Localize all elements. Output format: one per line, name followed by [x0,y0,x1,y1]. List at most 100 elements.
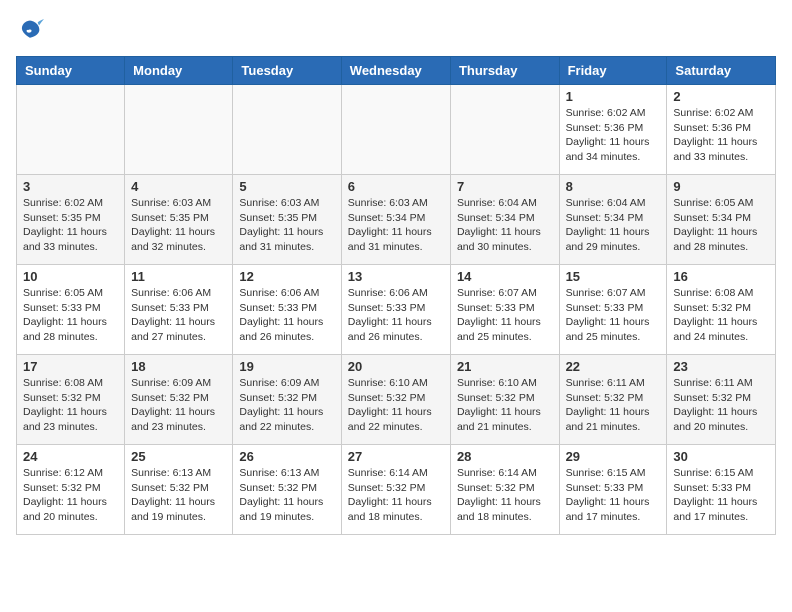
day-cell: 11 Sunrise: 6:06 AM Sunset: 5:33 PM Dayli… [125,265,233,355]
day-number: 13 [348,269,444,284]
day-number: 8 [566,179,661,194]
logo-bird-icon [16,16,44,44]
day-info: Sunrise: 6:03 AM Sunset: 5:35 PM Dayligh… [239,196,334,255]
day-info: Sunrise: 6:12 AM Sunset: 5:32 PM Dayligh… [23,466,118,525]
day-cell [341,85,450,175]
day-number: 5 [239,179,334,194]
day-cell: 18Sunrise: 6:09 AM Sunset: 5:32 PM Dayli… [125,355,233,445]
day-number: 29 [566,449,661,464]
day-info: Sunrise: 6:07 AM Sunset: 5:33 PM Dayligh… [457,286,553,345]
day-info: Sunrise: 6:13 AM Sunset: 5:32 PM Dayligh… [239,466,334,525]
day-info: Sunrise: 6:04 AM Sunset: 5:34 PM Dayligh… [566,196,661,255]
day-number: 24 [23,449,118,464]
day-info: Sunrise: 6:14 AM Sunset: 5:32 PM Dayligh… [348,466,444,525]
day-cell [125,85,233,175]
day-cell: 28 Sunrise: 6:14 AM Sunset: 5:32 PM Dayli… [450,445,559,535]
day-info: Sunrise: 6:05 AM Sunset: 5:33 PM Dayligh… [23,286,118,345]
day-info: Sunrise: 6:11 AM Sunset: 5:32 PM Dayligh… [673,376,769,435]
day-number: 16 [673,269,769,284]
weekday-header-monday: Monday [125,57,233,85]
day-number: 25 [131,449,226,464]
day-cell: 2 Sunrise: 6:02 AM Sunset: 5:36 PM Daylig… [667,85,776,175]
day-info: Sunrise: 6:02 AM Sunset: 5:35 PM Dayligh… [23,196,118,255]
week-row-3: 10Sunrise: 6:05 AM Sunset: 5:33 PM Dayli… [17,265,776,355]
day-info: Sunrise: 6:06 AM Sunset: 5:33 PM Dayligh… [348,286,444,345]
day-cell: 13 Sunrise: 6:06 AM Sunset: 5:33 PM Dayli… [341,265,450,355]
day-info: Sunrise: 6:14 AM Sunset: 5:32 PM Dayligh… [457,466,553,525]
week-row-5: 24 Sunrise: 6:12 AM Sunset: 5:32 PM Dayli… [17,445,776,535]
day-info: Sunrise: 6:07 AM Sunset: 5:33 PM Dayligh… [566,286,661,345]
day-cell: 3 Sunrise: 6:02 AM Sunset: 5:35 PM Daylig… [17,175,125,265]
day-number: 7 [457,179,553,194]
weekday-header-row: SundayMondayTuesdayWednesdayThursdayFrid… [17,57,776,85]
weekday-header-thursday: Thursday [450,57,559,85]
day-info: Sunrise: 6:15 AM Sunset: 5:33 PM Dayligh… [673,466,769,525]
day-cell: 30 Sunrise: 6:15 AM Sunset: 5:33 PM Dayli… [667,445,776,535]
day-info: Sunrise: 6:10 AM Sunset: 5:32 PM Dayligh… [348,376,444,435]
day-info: Sunrise: 6:10 AM Sunset: 5:32 PM Dayligh… [457,376,553,435]
weekday-header-saturday: Saturday [667,57,776,85]
day-cell: 6 Sunrise: 6:03 AM Sunset: 5:34 PM Daylig… [341,175,450,265]
day-info: Sunrise: 6:11 AM Sunset: 5:32 PM Dayligh… [566,376,661,435]
day-cell: 8 Sunrise: 6:04 AM Sunset: 5:34 PM Daylig… [559,175,667,265]
day-cell: 10Sunrise: 6:05 AM Sunset: 5:33 PM Dayli… [17,265,125,355]
page-header [16,16,776,44]
day-cell: 19 Sunrise: 6:09 AM Sunset: 5:32 PM Dayli… [233,355,341,445]
day-cell: 25 Sunrise: 6:13 AM Sunset: 5:32 PM Dayli… [125,445,233,535]
weekday-header-wednesday: Wednesday [341,57,450,85]
day-cell: 20 Sunrise: 6:10 AM Sunset: 5:32 PM Dayli… [341,355,450,445]
day-number: 1 [566,89,661,104]
day-cell: 22Sunrise: 6:11 AM Sunset: 5:32 PM Dayli… [559,355,667,445]
day-number: 18 [131,359,226,374]
day-info: Sunrise: 6:02 AM Sunset: 5:36 PM Dayligh… [566,106,661,165]
day-number: 9 [673,179,769,194]
weekday-header-tuesday: Tuesday [233,57,341,85]
day-cell: 12 Sunrise: 6:06 AM Sunset: 5:33 PM Dayli… [233,265,341,355]
day-number: 14 [457,269,553,284]
day-cell: 29 Sunrise: 6:15 AM Sunset: 5:33 PM Dayli… [559,445,667,535]
day-info: Sunrise: 6:02 AM Sunset: 5:36 PM Dayligh… [673,106,769,165]
day-info: Sunrise: 6:06 AM Sunset: 5:33 PM Dayligh… [239,286,334,345]
day-number: 20 [348,359,444,374]
day-cell: 24 Sunrise: 6:12 AM Sunset: 5:32 PM Dayli… [17,445,125,535]
day-info: Sunrise: 6:04 AM Sunset: 5:34 PM Dayligh… [457,196,553,255]
day-cell: 4 Sunrise: 6:03 AM Sunset: 5:35 PM Daylig… [125,175,233,265]
day-number: 28 [457,449,553,464]
week-row-2: 3 Sunrise: 6:02 AM Sunset: 5:35 PM Daylig… [17,175,776,265]
day-number: 3 [23,179,118,194]
day-cell: 26 Sunrise: 6:13 AM Sunset: 5:32 PM Dayli… [233,445,341,535]
day-number: 2 [673,89,769,104]
weekday-header-sunday: Sunday [17,57,125,85]
day-cell: 14 Sunrise: 6:07 AM Sunset: 5:33 PM Dayli… [450,265,559,355]
day-number: 19 [239,359,334,374]
day-info: Sunrise: 6:05 AM Sunset: 5:34 PM Dayligh… [673,196,769,255]
day-info: Sunrise: 6:06 AM Sunset: 5:33 PM Dayligh… [131,286,226,345]
day-cell: 1 Sunrise: 6:02 AM Sunset: 5:36 PM Daylig… [559,85,667,175]
day-cell [17,85,125,175]
day-number: 4 [131,179,226,194]
day-number: 27 [348,449,444,464]
day-info: Sunrise: 6:03 AM Sunset: 5:34 PM Dayligh… [348,196,444,255]
day-cell: 16 Sunrise: 6:08 AM Sunset: 5:32 PM Dayli… [667,265,776,355]
day-number: 26 [239,449,334,464]
day-cell: 7 Sunrise: 6:04 AM Sunset: 5:34 PM Daylig… [450,175,559,265]
day-info: Sunrise: 6:15 AM Sunset: 5:33 PM Dayligh… [566,466,661,525]
logo [16,16,48,44]
day-cell: 5 Sunrise: 6:03 AM Sunset: 5:35 PM Daylig… [233,175,341,265]
day-number: 6 [348,179,444,194]
day-cell: 15Sunrise: 6:07 AM Sunset: 5:33 PM Dayli… [559,265,667,355]
day-info: Sunrise: 6:03 AM Sunset: 5:35 PM Dayligh… [131,196,226,255]
day-number: 30 [673,449,769,464]
day-cell: 21Sunrise: 6:10 AM Sunset: 5:32 PM Dayli… [450,355,559,445]
day-number: 11 [131,269,226,284]
day-cell: 27 Sunrise: 6:14 AM Sunset: 5:32 PM Dayli… [341,445,450,535]
week-row-4: 17Sunrise: 6:08 AM Sunset: 5:32 PM Dayli… [17,355,776,445]
day-info: Sunrise: 6:13 AM Sunset: 5:32 PM Dayligh… [131,466,226,525]
calendar-table: SundayMondayTuesdayWednesdayThursdayFrid… [16,56,776,535]
day-cell: 17Sunrise: 6:08 AM Sunset: 5:32 PM Dayli… [17,355,125,445]
weekday-header-friday: Friday [559,57,667,85]
day-number: 17 [23,359,118,374]
day-number: 12 [239,269,334,284]
day-info: Sunrise: 6:09 AM Sunset: 5:32 PM Dayligh… [239,376,334,435]
day-info: Sunrise: 6:08 AM Sunset: 5:32 PM Dayligh… [673,286,769,345]
